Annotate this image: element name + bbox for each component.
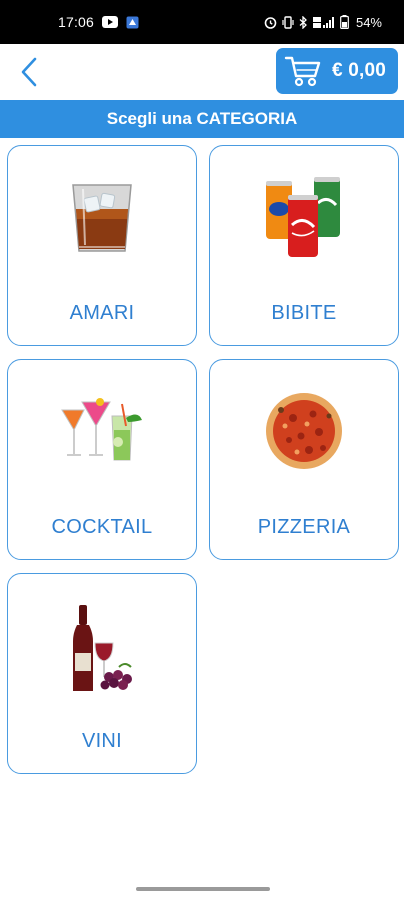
- home-indicator[interactable]: [136, 887, 270, 891]
- category-label: BIBITE: [271, 302, 337, 324]
- battery-icon: [340, 15, 349, 29]
- status-bar-right: 54%: [264, 15, 382, 30]
- whiskey-glass-icon: [8, 176, 196, 258]
- category-label: VINI: [81, 730, 123, 752]
- status-time: 17:06: [58, 14, 95, 30]
- category-label: PIZZERIA: [257, 516, 351, 538]
- bluetooth-icon: [299, 15, 308, 29]
- soda-cans-icon: [210, 176, 398, 258]
- cart-button[interactable]: € 0,00: [276, 48, 398, 94]
- category-card-cocktail[interactable]: COCKTAIL: [7, 359, 197, 560]
- category-label: AMARI: [69, 302, 135, 324]
- status-bar: 17:06 54%: [0, 0, 404, 44]
- vibrate-icon: [282, 15, 294, 29]
- battery-percentage: 54%: [355, 14, 382, 30]
- wine-bottle-icon: [8, 604, 196, 691]
- cocktail-glasses-icon: [8, 390, 196, 472]
- app-notification-icon: [126, 16, 139, 29]
- status-bar-left: 17:06: [58, 14, 139, 30]
- category-label: COCKTAIL: [51, 516, 153, 538]
- alarm-icon: [264, 16, 277, 29]
- chevron-left-icon: [21, 57, 37, 87]
- pizza-icon: [210, 390, 398, 472]
- cart-total: € 0,00: [331, 60, 386, 81]
- youtube-icon: [102, 16, 119, 28]
- category-card-bibite[interactable]: BIBITE: [209, 145, 399, 346]
- category-card-amari[interactable]: AMARI: [7, 145, 197, 346]
- back-button[interactable]: [14, 52, 44, 92]
- shopping-cart-icon: [284, 56, 321, 87]
- app-header: € 0,00: [0, 44, 404, 100]
- category-card-pizzeria[interactable]: PIZZERIA: [209, 359, 399, 560]
- page-title: Scegli una CATEGORIA: [0, 100, 404, 138]
- category-card-vini[interactable]: VINI: [7, 573, 197, 774]
- lte-signal-icon: [312, 16, 335, 29]
